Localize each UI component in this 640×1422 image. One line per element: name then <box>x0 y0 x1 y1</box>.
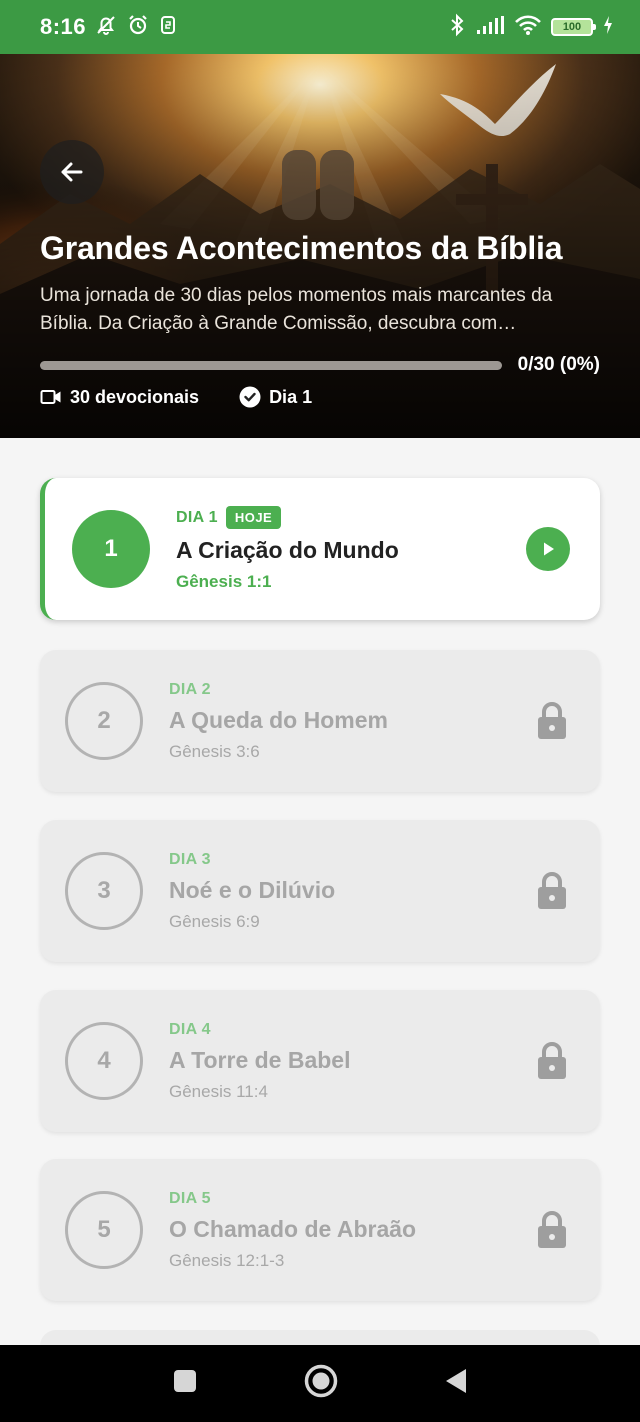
day-number-badge: 4 <box>65 1022 143 1100</box>
progress-bar <box>40 361 502 370</box>
day-reference: Gênesis 11:4 <box>169 1081 268 1101</box>
plan-meta: 30 devocionais Dia 1 <box>40 386 312 408</box>
video-camera-icon <box>40 390 61 404</box>
wifi-icon <box>514 14 542 41</box>
current-day-label: Dia 1 <box>269 386 313 407</box>
plan-title: Grandes Acontecimentos da Bíblia <box>40 230 563 266</box>
day-info: DIA 5 O Chamado de Abraão Gênesis 12:1-3 <box>169 1190 536 1271</box>
day-info: DIA 3 Noé e o Dilúvio Gênesis 6:9 <box>169 851 536 932</box>
day-label: DIA 2 <box>169 680 211 698</box>
day-info: DIA 4 A Torre de Babel Gênesis 11:4 <box>169 1021 536 1102</box>
day-label: DIA 4 <box>169 1020 211 1038</box>
bluetooth-icon <box>448 13 466 42</box>
notifications-off-icon <box>94 13 118 42</box>
day-info: DIA 2 A Queda do Homem Gênesis 3:6 <box>169 681 536 762</box>
current-day: Dia 1 <box>239 386 312 408</box>
day-card-2[interactable]: 2 DIA 2 A Queda do Homem Gênesis 3:6 <box>40 650 600 792</box>
today-badge: HOJE <box>225 506 282 529</box>
progress-text: 0/30 (0%) <box>517 354 600 375</box>
day-title: O Chamado de Abraão <box>169 1215 417 1242</box>
lock-icon <box>536 701 568 741</box>
home-icon <box>304 1364 338 1398</box>
alarm-icon <box>126 13 150 42</box>
charging-icon <box>602 15 614 40</box>
devotionals-label: 30 devocionais <box>70 386 200 407</box>
day-card-5[interactable]: 5 DIA 5 O Chamado de Abraão Gênesis 12:1… <box>40 1159 600 1301</box>
battery-icon: 100 <box>551 18 596 36</box>
day-info: DIA 1 HOJE A Criação do Mundo Gênesis 1:… <box>176 506 526 592</box>
sim-icon <box>158 14 178 41</box>
devotionals-count: 30 devocionais <box>40 387 199 408</box>
back-button[interactable] <box>40 140 104 204</box>
status-bar: 8:16 100 <box>0 0 640 54</box>
day-number-badge: 5 <box>65 1191 143 1269</box>
recents-button[interactable] <box>172 1368 198 1399</box>
day-title: A Torre de Babel <box>169 1046 351 1073</box>
lock-icon <box>536 871 568 911</box>
day-reference: Gênesis 1:1 <box>176 572 272 591</box>
day-title: A Queda do Homem <box>169 706 388 733</box>
day-label: DIA 5 <box>169 1189 211 1207</box>
day-number-badge: 1 <box>72 510 150 588</box>
home-button[interactable] <box>304 1364 338 1403</box>
day-label: DIA 3 <box>169 850 211 868</box>
day-label: DIA 1 <box>176 508 218 526</box>
play-button[interactable] <box>526 527 570 571</box>
system-nav-bar <box>0 1345 640 1422</box>
back-nav-button[interactable] <box>444 1367 468 1400</box>
day-card-4[interactable]: 4 DIA 4 A Torre de Babel Gênesis 11:4 <box>40 990 600 1132</box>
status-time: 8:16 <box>40 14 87 39</box>
day-number-badge: 2 <box>65 682 143 760</box>
day-card-1[interactable]: 1 DIA 1 HOJE A Criação do Mundo Gênesis … <box>40 478 600 620</box>
signal-icon <box>475 14 505 41</box>
day-reference: Gênesis 6:9 <box>169 911 260 931</box>
day-number-badge: 3 <box>65 852 143 930</box>
day-reference: Gênesis 3:6 <box>169 741 260 761</box>
app-root: 8:16 100 Grandes Acontecimentos da Bíbli… <box>0 0 640 1422</box>
day-title: Noé e o Dilúvio <box>169 876 336 903</box>
plan-description: Uma jornada de 30 dias pelos momentos ma… <box>40 285 553 334</box>
day-reference: Gênesis 12:1-3 <box>169 1250 285 1270</box>
day-title: A Criação do Mundo <box>176 537 399 563</box>
check-circle-icon <box>239 386 261 408</box>
arrow-left-icon <box>61 162 83 182</box>
back-triangle-icon <box>446 1369 466 1393</box>
play-icon <box>544 542 554 556</box>
lock-icon <box>536 1210 568 1250</box>
lock-icon <box>536 1041 568 1081</box>
day-card-3[interactable]: 3 DIA 3 Noé e o Dilúvio Gênesis 6:9 <box>40 820 600 962</box>
recents-icon <box>174 1370 196 1392</box>
plan-header: Grandes Acontecimentos da Bíblia Uma jor… <box>0 54 640 438</box>
